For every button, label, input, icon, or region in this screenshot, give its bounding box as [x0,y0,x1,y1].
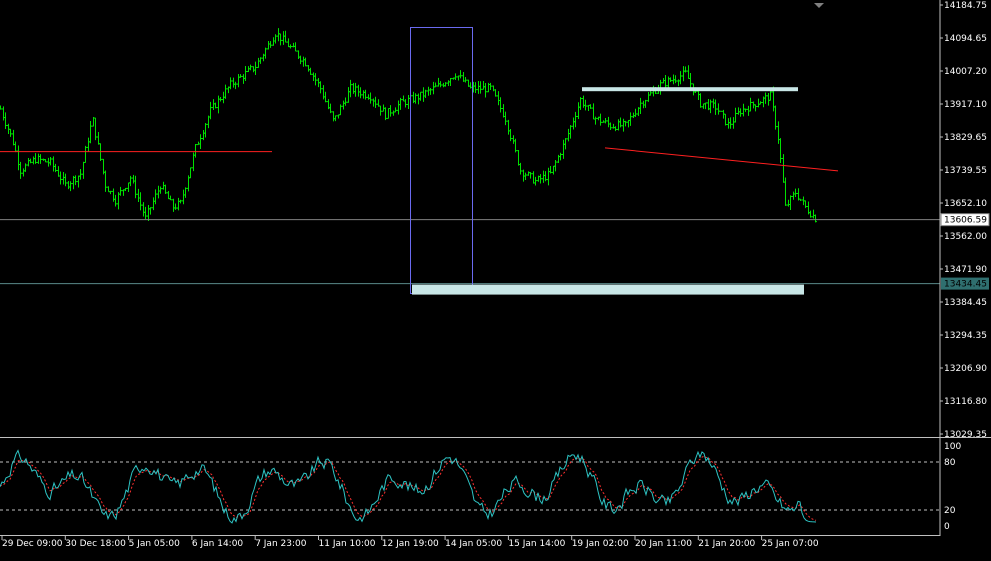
osc-tick-label: 20 [944,506,956,516]
price-tick-label: 13829.65 [944,133,987,143]
price-tick-label: 13384.45 [944,298,987,308]
time-tick-label: 12 Jan 19:00 [382,539,439,549]
price-chart[interactable]: 14184.75 14094.65 14007.20 13917.10 13829.65… [0,0,991,557]
osc-tick-label: 80 [944,458,956,468]
osc-tick-label: 0 [944,522,950,532]
osc-tick-label: 100 [944,442,961,452]
axes: 14184.75 14094.65 14007.20 13917.10 13829.65… [0,0,991,549]
range-box [410,27,473,294]
time-tick-label: 5 Jan 05:00 [129,539,181,549]
price-tick-label: 13029.35 [944,430,987,440]
time-tick-label: 11 Jan 10:00 [319,539,376,549]
price-tick-label: 14007.20 [944,67,987,77]
time-tick-label: 15 Jan 14:00 [508,539,565,549]
price-tick-label: 13294.35 [944,331,987,341]
current-price-label: 13606.59 [944,216,987,226]
price-tick-label: 13116.80 [944,397,987,407]
price-tick-label: 13652.10 [944,199,987,209]
time-tick-label: 19 Jan 02:00 [572,539,629,549]
price-bars [0,28,817,223]
time-tick-label: 21 Jan 20:00 [698,539,755,549]
time-tick-label: 29 Dec 09:00 [2,539,63,549]
price-tick-label: 13562.00 [944,232,987,242]
time-tick-label: 14 Jan 05:00 [445,539,502,549]
level-price-tag: 13434.45 [941,277,989,290]
current-price-tag: 13606.59 [940,213,990,227]
time-tick-label: 6 Jan 14:00 [192,539,244,549]
drawings [0,27,940,295]
time-tick-label: 20 Jan 11:00 [635,539,692,549]
price-tick-label: 14184.75 [944,1,987,11]
chart-shift-marker [814,3,824,8]
price-tick-label: 13917.10 [944,100,987,110]
time-tick-label: 30 Dec 18:00 [65,539,126,549]
stochastic-oscillator [0,449,940,524]
resistance-line [582,87,798,92]
price-tick-label: 13206.90 [944,364,987,374]
price-tick-label: 13471.90 [944,265,987,275]
time-tick-label: 25 Jan 07:00 [762,539,819,549]
trend-line [604,147,839,172]
chart-window: 14184.75 14094.65 14007.20 13917.10 13829.65… [0,0,991,557]
demand-zone [412,284,804,295]
price-tick-label: 14094.65 [944,34,987,44]
time-tick-label: 7 Jan 23:00 [255,539,307,549]
price-tick-label: 13739.55 [944,166,987,176]
level-price-label: 13434.45 [944,280,987,290]
stochastic-main-line [0,449,817,524]
